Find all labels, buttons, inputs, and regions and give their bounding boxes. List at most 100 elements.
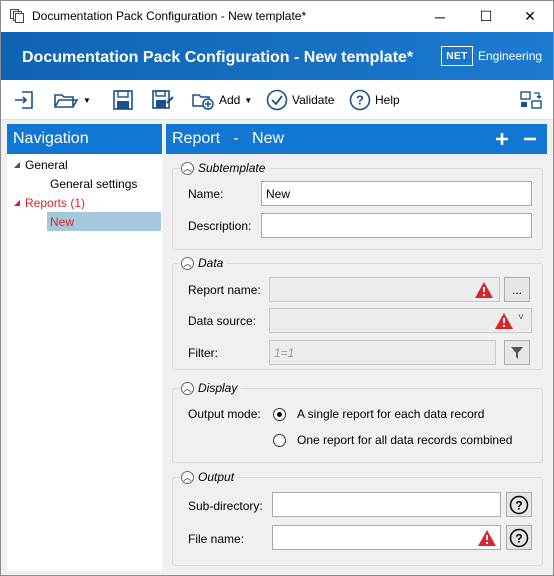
add-button[interactable]: Add ▼	[191, 88, 252, 112]
layout-swap-icon	[520, 91, 542, 109]
tree-item-general[interactable]: ◢ General	[9, 155, 68, 174]
chevron-down-icon[interactable]: ▼	[83, 96, 91, 105]
help-label: Help	[375, 93, 400, 107]
window-title: Documentation Pack Configuration - New t…	[32, 9, 307, 23]
subdirectory-input[interactable]	[272, 492, 501, 517]
name-value: New	[266, 186, 291, 201]
tree-item-label: New	[50, 214, 75, 229]
radio-combined-report[interactable]	[273, 434, 286, 447]
panel-header: Report - New	[166, 124, 547, 154]
filter-placeholder: 1=1	[274, 345, 295, 360]
data-source-label: Data source:	[188, 314, 257, 328]
subtemplate-group: ︿ Subtemplate Name: New Description:	[172, 161, 543, 250]
data-heading: Data	[198, 256, 224, 270]
warning-icon	[495, 313, 513, 329]
remove-icon[interactable]	[518, 126, 542, 152]
file-name-label: File name:	[188, 532, 245, 546]
tree-item-label: General	[25, 157, 68, 172]
chevron-up-icon[interactable]: ︿	[181, 256, 194, 270]
subtemplate-group-header: ︿ Subtemplate	[181, 161, 270, 175]
data-group-header: ︿ Data	[181, 256, 228, 270]
display-group: ︿ Display Output mode: A single report f…	[172, 381, 543, 463]
output-heading: Output	[198, 470, 235, 484]
brand-box: NET	[441, 46, 473, 66]
display-group-header: ︿ Display	[181, 381, 242, 395]
save-as-icon	[152, 90, 174, 109]
add-icon[interactable]	[490, 126, 514, 152]
option-combined-report-label[interactable]: One report for all data records combined	[297, 433, 512, 447]
save-icon	[113, 90, 133, 110]
brand-text: Engineering	[478, 49, 543, 63]
description-label: Description:	[188, 219, 252, 233]
title-bar: Documentation Pack Configuration - New t…	[1, 1, 553, 32]
filter-button[interactable]	[504, 340, 530, 365]
minimize-button[interactable]: ─	[417, 1, 463, 32]
output-group: ︿ Output Sub-directory: ? File name: ?	[172, 470, 543, 566]
validate-button[interactable]: Validate	[266, 88, 334, 112]
check-circle-icon	[266, 89, 288, 111]
svg-text:?: ?	[515, 531, 522, 545]
filter-input[interactable]: 1=1	[269, 340, 496, 365]
file-name-help-button[interactable]: ?	[506, 525, 532, 550]
svg-text:?: ?	[356, 93, 364, 108]
description-input[interactable]	[261, 213, 532, 238]
app-icon	[10, 9, 24, 23]
chevron-up-icon[interactable]: ︿	[181, 161, 194, 175]
navigation-tree: ◢ General General settings ◢ Reports (1)…	[7, 154, 162, 571]
tree-item-general-settings[interactable]: General settings	[50, 174, 137, 193]
import-icon	[15, 91, 33, 109]
file-name-input[interactable]	[272, 525, 501, 550]
chevron-up-icon[interactable]: ︿	[181, 470, 194, 484]
tree-item-label: Reports (1)	[25, 195, 86, 210]
display-heading: Display	[198, 381, 238, 395]
validate-label: Validate	[292, 93, 335, 107]
close-button[interactable]: ✕	[507, 1, 553, 32]
option-single-report-label[interactable]: A single report for each data record	[297, 407, 484, 421]
folder-open-icon	[54, 94, 79, 108]
report-name-label: Report name:	[188, 283, 261, 297]
output-mode-label: Output mode:	[188, 407, 261, 421]
tree-item-label: General settings	[50, 176, 138, 191]
header-title: Documentation Pack Configuration - New t…	[22, 49, 414, 66]
name-label: Name:	[188, 187, 224, 201]
tree-expanded-icon[interactable]: ◢	[9, 198, 25, 207]
tree-expanded-icon[interactable]: ◢	[9, 160, 25, 169]
save-button[interactable]	[112, 88, 134, 112]
brand-logo: NET Engineering	[441, 46, 542, 66]
filter-label: Filter:	[188, 346, 218, 360]
report-name-input[interactable]	[269, 277, 500, 302]
maximize-button[interactable]: ☐	[463, 1, 509, 32]
warning-icon	[475, 282, 493, 298]
panel-title: Report - New	[172, 130, 285, 147]
filter-icon	[511, 346, 523, 359]
subdirectory-help-button[interactable]: ?	[506, 492, 532, 517]
name-input[interactable]: New	[261, 181, 532, 206]
app-window: Documentation Pack Configuration - New t…	[0, 0, 554, 576]
add-folder-icon	[192, 94, 214, 110]
output-group-header: ︿ Output	[181, 470, 239, 484]
subtemplate-heading: Subtemplate	[198, 161, 266, 175]
panel-body: ︿ Subtemplate Name: New Description: ︿ D…	[166, 154, 547, 571]
help-button[interactable]: ? Help	[349, 88, 400, 112]
chevron-down-icon[interactable]: ˅	[518, 312, 524, 323]
browse-button[interactable]: ...	[504, 277, 530, 302]
add-label: Add	[219, 93, 241, 107]
help-icon: ?	[509, 528, 529, 547]
data-group: ︿ Data Report name: ... Data source: ˅ F…	[172, 256, 543, 370]
toggle-layout-button[interactable]	[519, 88, 543, 112]
chevron-down-icon: ▼	[244, 95, 253, 105]
toolbar: ▼ Add ▼ Validate ? Help	[1, 80, 553, 120]
tree-item-new[interactable]: New	[50, 212, 74, 231]
save-as-button[interactable]	[151, 88, 175, 112]
radio-single-report[interactable]	[273, 408, 286, 421]
help-icon: ?	[349, 89, 371, 111]
svg-text:?: ?	[515, 498, 522, 512]
tree-item-reports[interactable]: ◢ Reports (1)	[9, 193, 85, 212]
subdirectory-label: Sub-directory:	[188, 499, 263, 513]
open-button[interactable]: ▼	[53, 88, 91, 112]
data-source-select[interactable]: ˅	[269, 308, 532, 333]
chevron-up-icon[interactable]: ︿	[181, 381, 194, 395]
navigation-header: Navigation	[7, 124, 162, 154]
import-button[interactable]	[13, 88, 35, 112]
warning-icon	[478, 530, 496, 546]
